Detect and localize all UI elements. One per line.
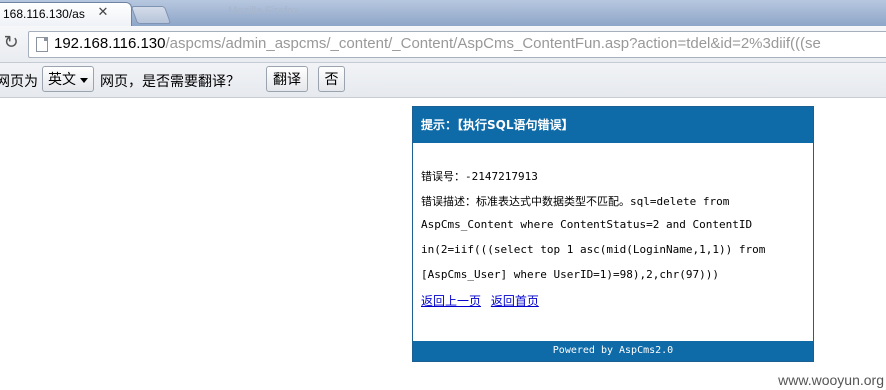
error-line: AspCms_Content where ContentStatus=2 and… [421,218,753,231]
error-line: [AspCms_User] where UserID=1)=98),2,chr(… [421,268,720,281]
error-footer: Powered by AspCms2.0 [413,341,813,361]
page-icon [36,37,48,52]
address-bar[interactable]: 192.168.116.130/aspcms/admin_aspcms/_con… [28,31,886,58]
url-text[interactable]: 192.168.116.130/aspcms/admin_aspcms/_con… [54,35,821,52]
browser-tab[interactable]: 168.116.130/aspcms ✕ [0,2,132,27]
translate-button[interactable]: 翻译 [266,66,308,92]
tab-strip: 168.116.130/aspcms ✕ Mozilla Firefox [0,0,886,27]
translate-bar: 网页为 英文 网页，是否需要翻译？ 翻译 否 [0,63,886,98]
back-link[interactable]: 返回上一页 [421,294,481,308]
home-link[interactable]: 返回首页 [491,294,539,308]
close-icon[interactable]: ✕ [95,5,111,21]
watermark: www.wooyun.org [778,372,884,388]
new-tab-button[interactable] [130,6,172,24]
language-select[interactable]: 英文 [42,66,94,92]
tab-title: 168.116.130/aspcms [3,7,85,21]
error-line: 错误号：-2147217913 [421,170,538,183]
translate-question: 网页，是否需要翻译？ [100,74,240,90]
error-panel: 提示：【执行SQL语句错误】 错误号：-2147217913 错误描述：标准表达… [412,106,814,362]
url-path: /aspcms/admin_aspcms/_content/_Content/A… [165,35,821,52]
translate-prefix: 网页为 [0,74,38,90]
error-title: 提示：【执行SQL语句错误】 [413,107,813,143]
browser-toolbar: ↻ 192.168.116.130/aspcms/admin_aspcms/_c… [0,26,886,63]
language-select-value: 英文 [48,72,76,88]
chevron-down-icon [80,77,88,83]
background-tab-title: Mozilla Firefox [228,5,299,17]
url-host: 192.168.116.130 [54,35,166,52]
error-links: 返回上一页 返回首页 [421,292,545,309]
error-line: 错误描述：标准表达式中数据类型不匹配。sql=delete from [421,195,730,208]
no-translate-button[interactable]: 否 [318,66,345,92]
reload-icon[interactable]: ↻ [1,33,21,53]
error-line: in(2=iif(((select top 1 asc(mid(LoginNam… [421,243,766,256]
